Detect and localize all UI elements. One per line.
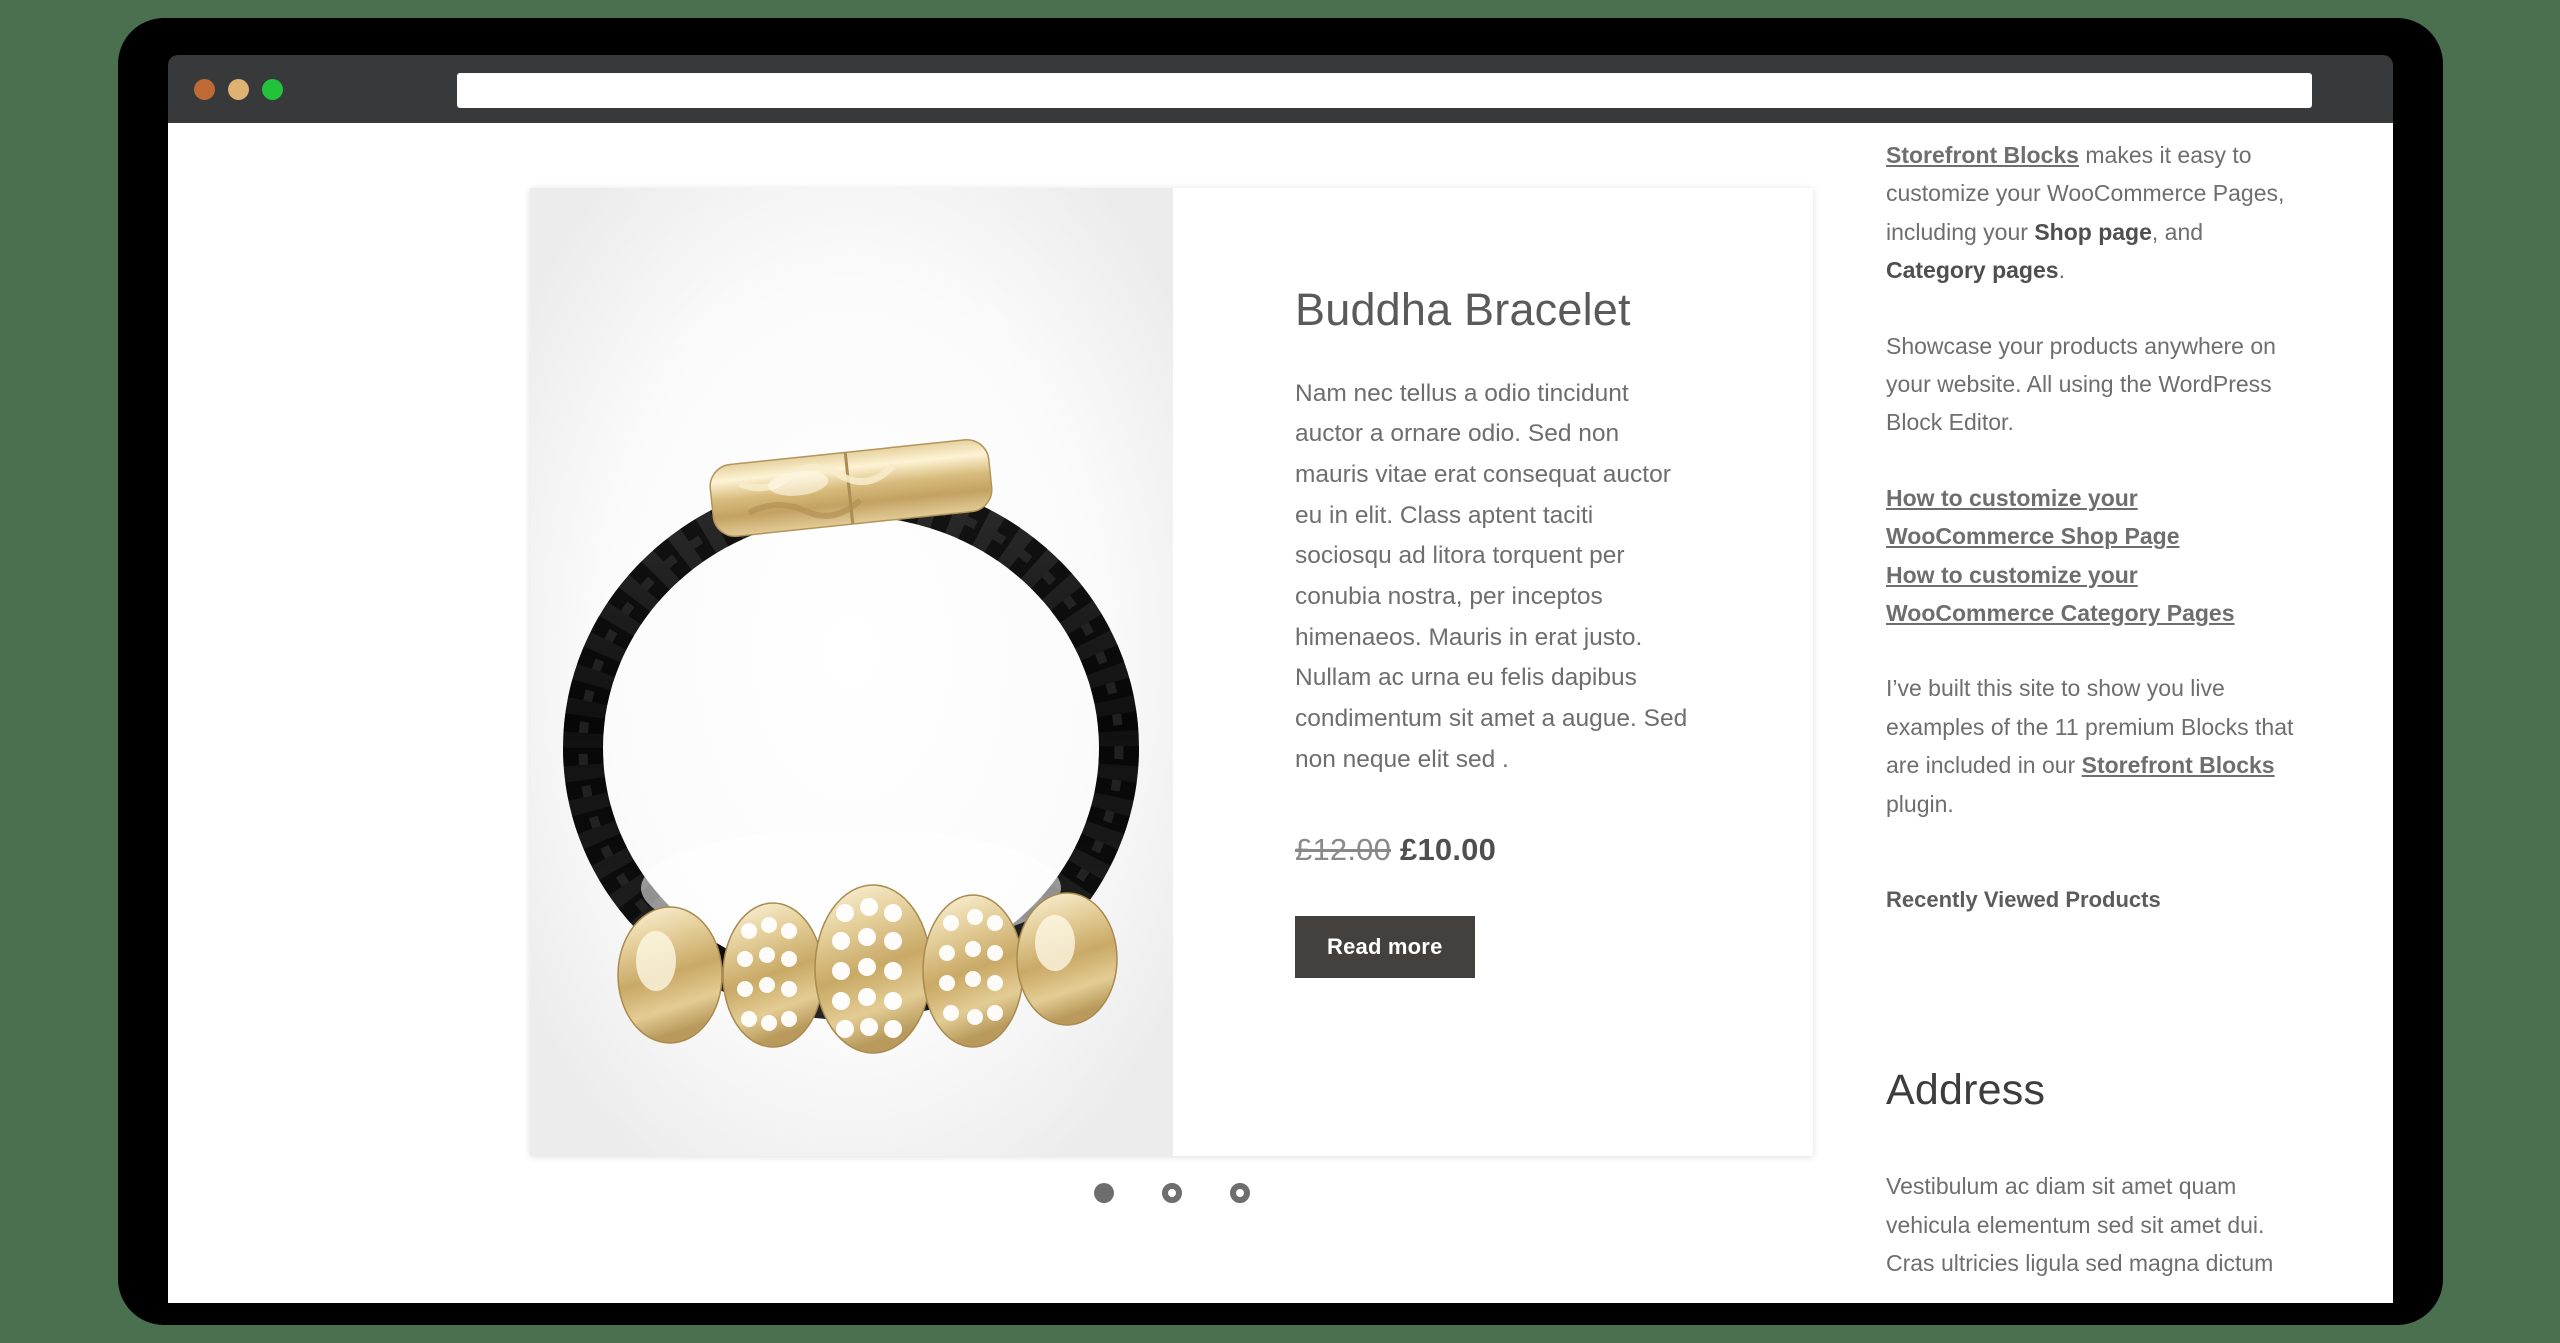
sidebar-built-paragraph: I’ve built this site to show you live ex… — [1886, 669, 2306, 823]
product-price-original: £12.00 — [1295, 832, 1392, 868]
carousel-pagination — [530, 1183, 1813, 1203]
category-pages-bold: Category pages — [1886, 257, 2059, 284]
sidebar: Storefront Blocks makes it easy to custo… — [1886, 123, 2306, 1282]
address-heading: Address — [1886, 1066, 2046, 1115]
built-text-2: plugin. — [1886, 790, 1954, 817]
carousel-dot-1[interactable] — [1093, 1183, 1114, 1203]
page-viewport: Buddha Bracelet Nam nec tellus a odio ti… — [168, 123, 2393, 1303]
shop-page-guide-link[interactable]: How to customize your WooCommerce Shop P… — [1886, 479, 2306, 556]
carousel-dot-2[interactable] — [1161, 1183, 1182, 1203]
sidebar-intro-text-3: . — [2058, 257, 2065, 284]
close-window-button[interactable] — [194, 78, 215, 100]
sidebar-intro-text-2: , and — [2151, 218, 2204, 245]
carousel-dot-3[interactable] — [1229, 1183, 1250, 1203]
product-image[interactable] — [530, 188, 1173, 1156]
storefront-blocks-link-bottom[interactable]: Storefront Blocks — [2082, 752, 2275, 778]
shop-page-bold: Shop page — [2034, 218, 2152, 245]
recently-viewed-heading: Recently Viewed Products — [1886, 887, 2161, 913]
minimize-window-button[interactable] — [228, 78, 249, 100]
product-price-sale: £10.00 — [1400, 832, 1497, 868]
product-info: Buddha Bracelet Nam nec tellus a odio ti… — [1173, 188, 1813, 1156]
storefront-blocks-link-top[interactable]: Storefront Blocks — [1886, 142, 2079, 168]
address-body: Vestibulum ac diam sit amet quam vehicul… — [1886, 1173, 2274, 1276]
read-more-button[interactable]: Read more — [1295, 916, 1475, 979]
sidebar-intro-paragraph: Storefront Blocks makes it easy to custo… — [1886, 136, 2306, 290]
bracelet-photo-icon — [530, 188, 1173, 1156]
product-title: Buddha Bracelet — [1295, 284, 1631, 335]
product-description: Nam nec tellus a odio tincidunt auctor a… — [1295, 379, 1688, 773]
category-pages-guide-link[interactable]: How to customize your WooCommerce Catego… — [1886, 556, 2306, 633]
window-controls — [194, 55, 283, 123]
maximize-window-button[interactable] — [262, 78, 283, 100]
product-card[interactable]: Buddha Bracelet Nam nec tellus a odio ti… — [530, 188, 1813, 1156]
product-price: £12.00 £10.00 — [1295, 832, 1735, 868]
browser-window: Buddha Bracelet Nam nec tellus a odio ti… — [118, 18, 2443, 1325]
sidebar-showcase-paragraph: Showcase your products anywhere on your … — [1886, 332, 2276, 436]
url-input[interactable] — [457, 73, 2312, 108]
sidebar-link-list: How to customize your WooCommerce Shop P… — [1886, 479, 2306, 633]
browser-chrome-bar — [168, 55, 2393, 123]
